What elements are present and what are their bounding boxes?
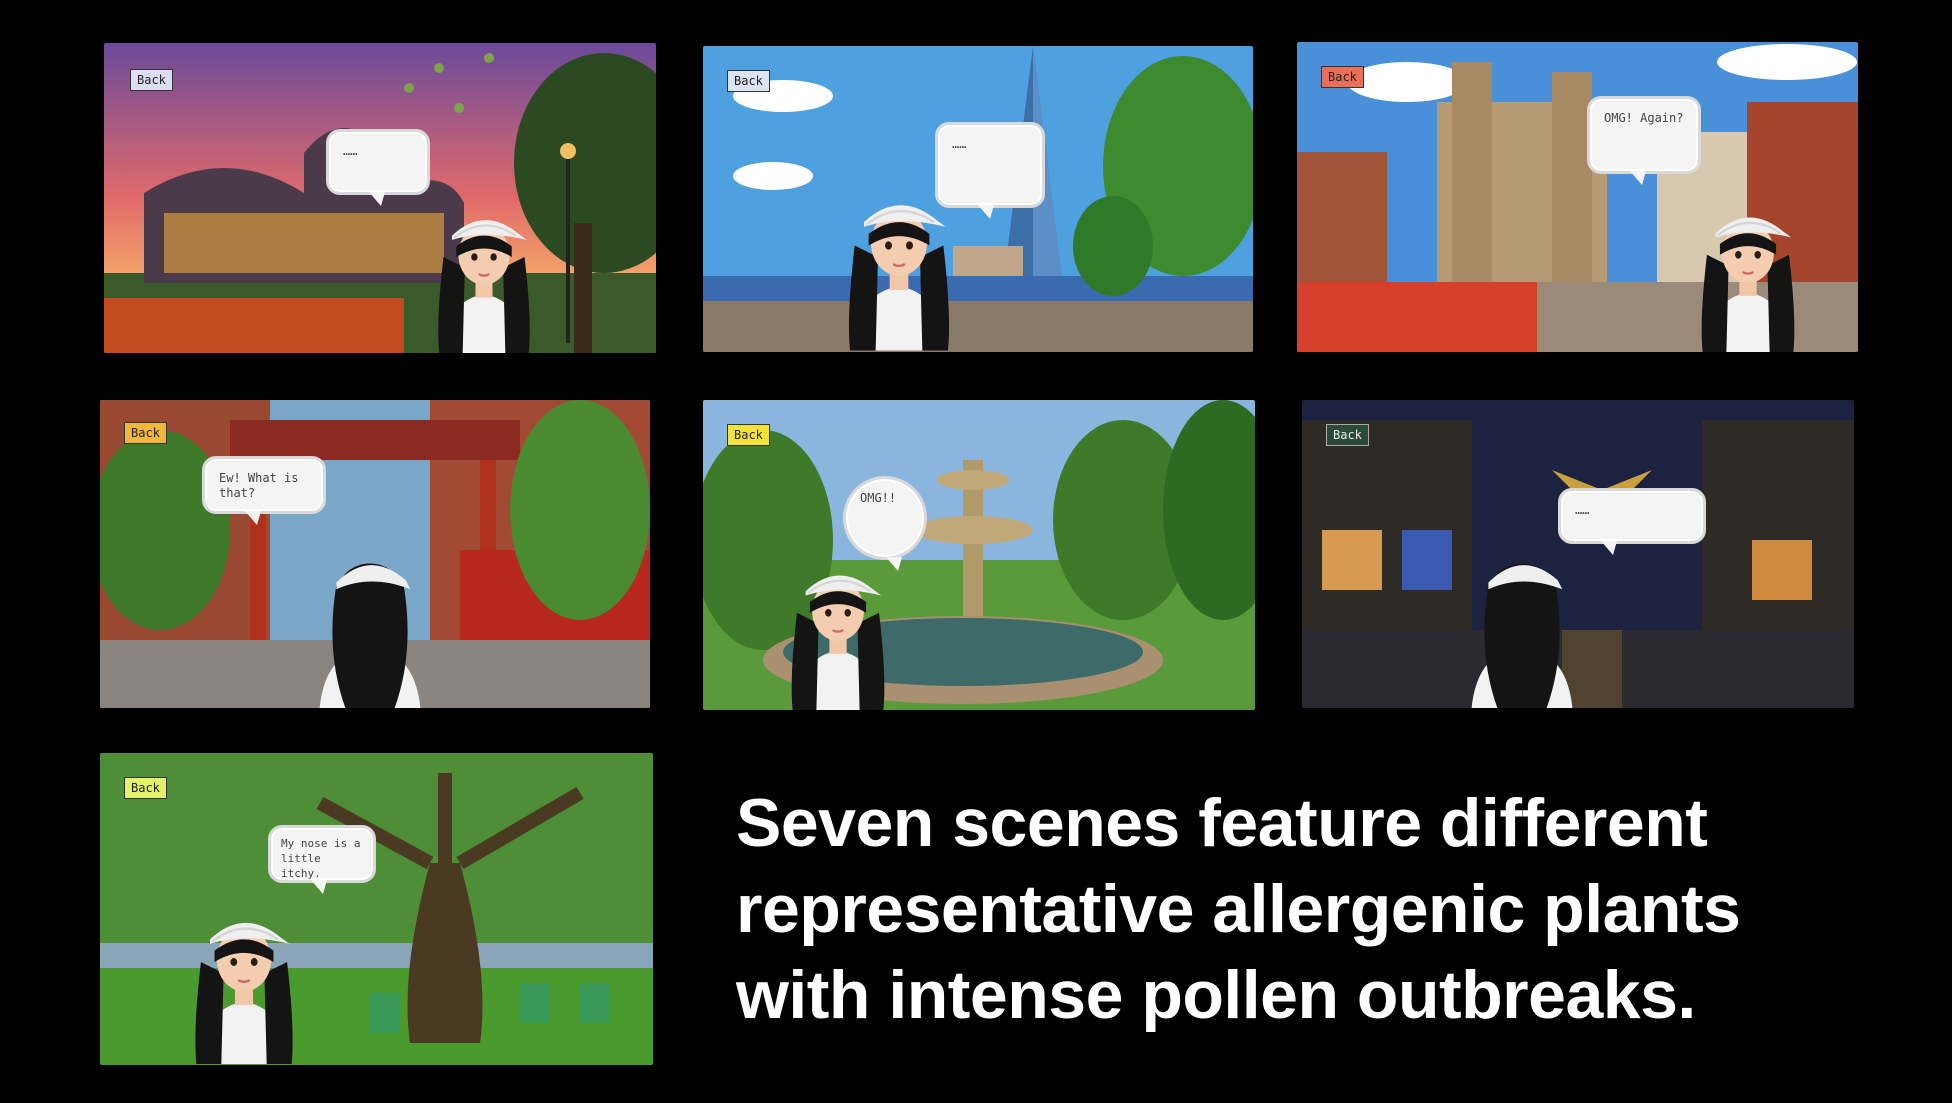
character-girl bbox=[176, 893, 312, 1065]
scene-4-chinatown[interactable]: Back Ew! What is that? bbox=[100, 400, 650, 708]
speech-bubble: …… bbox=[326, 129, 430, 206]
scene-7-tree-park[interactable]: Back My nose is a little itchy. bbox=[100, 753, 653, 1065]
scene-2-shard[interactable]: Back …… bbox=[703, 46, 1253, 352]
pollen-particle bbox=[484, 53, 494, 63]
character-girl-back bbox=[1452, 540, 1592, 708]
headline-caption: Seven scenes feature different represent… bbox=[736, 785, 1741, 1033]
scene-1-palm-house[interactable]: Back …… bbox=[104, 43, 656, 353]
back-button[interactable]: Back bbox=[124, 777, 167, 799]
speech-bubble: Ew! What is that? bbox=[202, 456, 326, 525]
character-girl-back bbox=[300, 540, 440, 708]
character-girl bbox=[419, 193, 549, 353]
pollen-particle bbox=[454, 103, 464, 113]
back-button[interactable]: Back bbox=[1326, 424, 1369, 446]
scene-5-fountain-park[interactable]: Back OMG!! bbox=[703, 400, 1255, 710]
back-button[interactable]: Back bbox=[1321, 66, 1364, 88]
scene-6-night-street[interactable]: Back …… bbox=[1302, 400, 1854, 708]
scene-3-cathedral[interactable]: Back OMG! Again? bbox=[1297, 42, 1858, 352]
pollen-particle bbox=[404, 83, 414, 93]
speech-bubble: OMG! Again? bbox=[1587, 96, 1701, 185]
character-girl bbox=[1683, 190, 1813, 352]
speech-bubble: …… bbox=[1558, 488, 1706, 555]
pollen-particle bbox=[434, 63, 444, 73]
back-button[interactable]: Back bbox=[130, 69, 173, 91]
character-girl bbox=[773, 548, 903, 710]
character-girl bbox=[829, 174, 969, 352]
speech-bubble: My nose is a little itchy. bbox=[268, 825, 376, 894]
back-button[interactable]: Back bbox=[727, 424, 770, 446]
back-button[interactable]: Back bbox=[727, 70, 770, 92]
back-button[interactable]: Back bbox=[124, 422, 167, 444]
